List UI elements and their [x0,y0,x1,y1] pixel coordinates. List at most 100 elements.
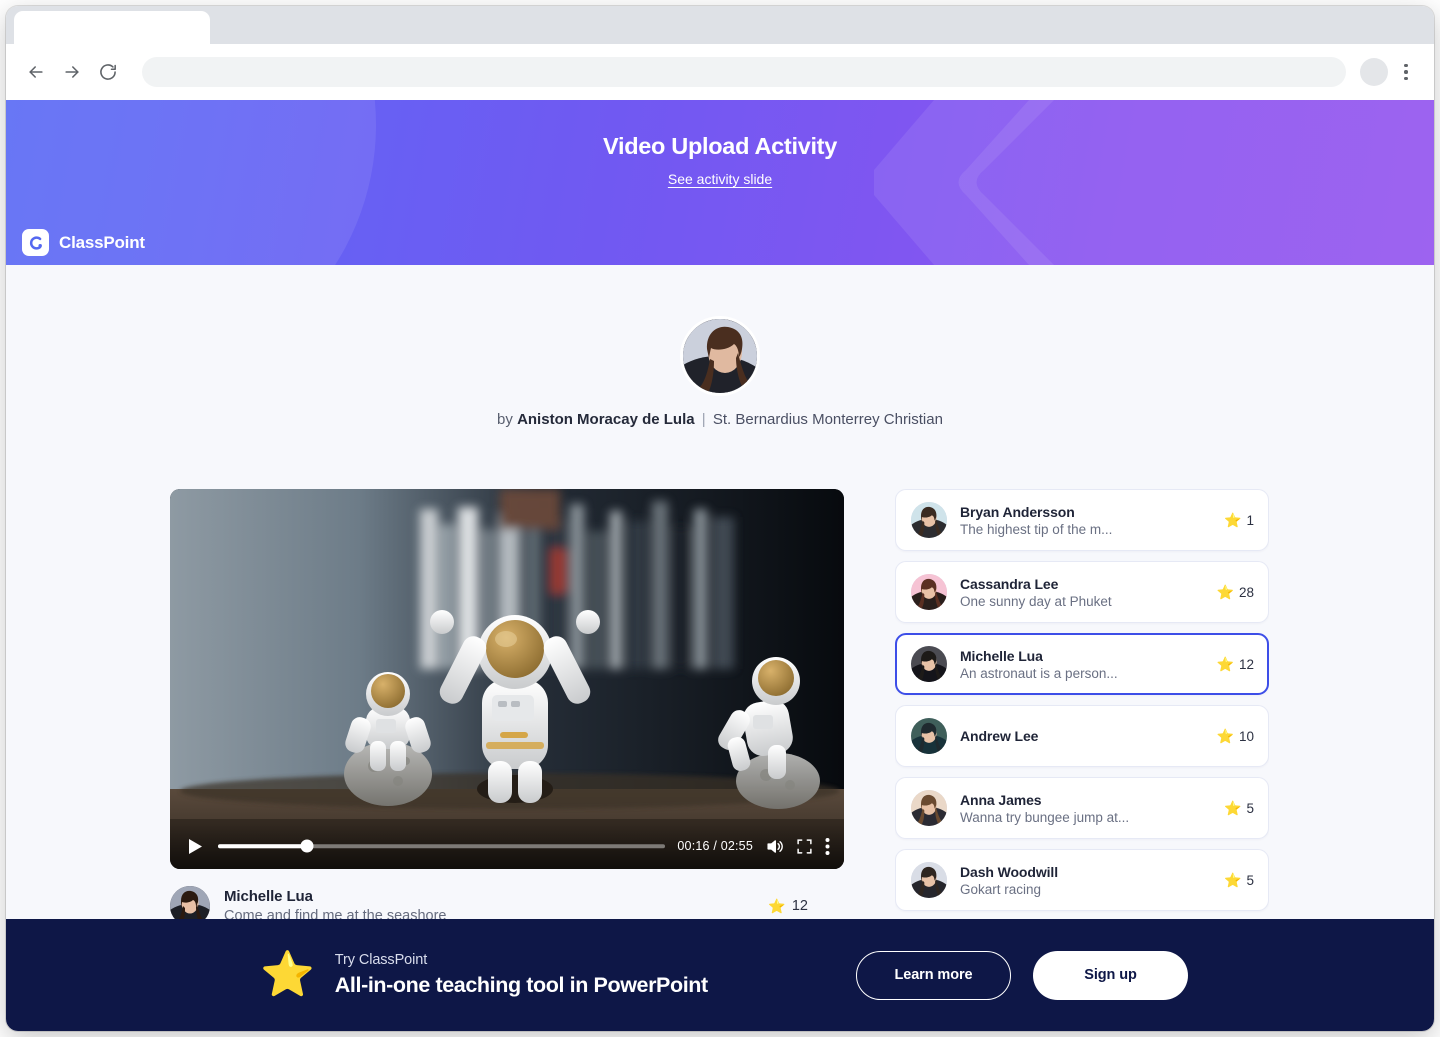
list-item-star-count: ⭐ 1 [1224,513,1254,528]
caption-star-value: 12 [791,898,808,914]
list-item-star-value: 10 [1238,728,1254,744]
list-item-name: Michelle Lua [960,647,1043,664]
star-icon: ⭐ [260,950,315,999]
star-icon: ⭐ [1224,800,1242,816]
list-item-star-value: 1 [1246,512,1254,528]
list-item-star-value: 12 [1238,656,1254,672]
video-poster-image [170,489,844,869]
list-item-name: Andrew Lee [960,728,1039,744]
fullscreen-icon[interactable] [796,838,813,855]
video-more-icon[interactable] [825,837,830,856]
reload-icon[interactable] [92,56,124,88]
page-content: ClassPoint Video Upload Activity See act… [6,100,1434,1031]
progress-filled [218,844,308,848]
hero-header: ClassPoint Video Upload Activity See act… [6,100,1434,265]
avatar [911,790,947,826]
list-item-star-value: 5 [1246,872,1254,888]
byline: by Aniston Moracay de Lula | St. Bernard… [6,411,1434,428]
byline-author: Aniston Moracay de Lula [517,411,695,428]
avatar [911,718,947,754]
list-item-star-count: ⭐5 [1224,801,1254,816]
list-item-text: Bryan Andersson The highest tip of the m.… [960,504,1211,537]
avatar [911,862,947,898]
progress-knob[interactable] [300,839,314,853]
sign-up-button[interactable]: Sign up [1033,950,1188,1000]
list-item-name: Anna James [960,791,1042,808]
list-item-text: Cassandra Lee One sunny day at Phuket [960,576,1204,609]
avatar-image [911,502,947,538]
list-item-star-count: ⭐5 [1224,873,1254,888]
promo-eyebrow: Try ClassPoint [334,952,428,968]
list-item-description: Wanna try bungee jump at... [960,809,1130,825]
list-item[interactable]: Cassandra Lee One sunny day at Phuket ⭐ 28 [895,561,1269,623]
profile-avatar-icon[interactable] [1360,58,1388,86]
star-icon: ⭐ [1216,656,1234,672]
avatar-image [911,790,947,826]
see-activity-slide-link[interactable]: See activity slide [668,171,772,187]
video-player[interactable]: 00:16 / 02:55 [170,489,844,869]
list-item-star-count: ⭐ 28 [1217,585,1254,600]
forward-icon[interactable] [56,56,88,88]
presenter-avatar [680,316,760,396]
back-icon[interactable] [20,56,52,88]
list-item-description: The highest tip of the m... [960,521,1113,537]
list-item-text: Dash Woodwill Gokart racing [960,864,1211,897]
avatar [911,574,947,610]
list-item-star-value: 28 [1238,584,1254,600]
list-item-text: Andrew Lee [960,728,1204,744]
video-progress-slider[interactable] [218,839,666,853]
list-item[interactable]: Dash Woodwill Gokart racing ⭐ 5 [895,849,1269,911]
avatar-image [911,862,947,898]
list-item[interactable]: Bryan Andersson The highest tip of the m.… [895,489,1269,551]
browser-window: ClassPoint Video Upload Activity See act… [6,6,1434,1031]
browser-toolbar [6,44,1434,100]
list-item[interactable]: Anna James Wanna try bungee jump at... ⭐ 5 [895,777,1269,839]
promo-banner: ⭐ Try ClassPoint All-in-one teaching too… [6,919,1434,1031]
list-item-description: An astronaut is a person... [960,665,1118,681]
byline-prefix: by [497,411,513,428]
avatar-image [911,646,947,682]
list-item-star-count: ⭐ 10 [1217,729,1254,744]
activity-title: Video Upload Activity [603,133,837,159]
list-item-star-count: ⭐ 12 [1217,657,1254,672]
volume-on-icon[interactable] [765,837,784,856]
list-item[interactable]: Andrew Lee ⭐ 10 [895,705,1269,767]
avatar [911,502,947,538]
star-icon: ⭐ [768,898,786,914]
star-icon: ⭐ [1216,584,1234,600]
avatar-image [911,718,947,754]
presenter-avatar-image [683,319,757,393]
list-item[interactable]: Michelle Lua An astronaut is a person... ⭐… [895,633,1269,695]
avatar [911,646,947,682]
list-item-star-value: 5 [1246,800,1254,816]
star-icon: ⭐ [1216,728,1234,744]
list-item-description: Gokart racing [960,881,1042,897]
list-item-name: Bryan Andersson [960,503,1075,520]
star-icon: ⭐ [1224,512,1242,528]
brand-name: ClassPoint [59,232,145,252]
list-item-text: Anna James Wanna try bungee jump at... [960,792,1211,825]
caption-star-count: ⭐ 12 [768,898,844,914]
caption-author-name: Michelle Lua [224,888,313,905]
list-item-name: Dash Woodwill [960,863,1058,880]
browser-tab-strip [6,6,1434,44]
byline-school: St. Bernardius Monterrey Christian [712,411,943,428]
promo-text-block: Try ClassPoint All-in-one teaching tool … [335,952,708,998]
list-item-name: Cassandra Lee [960,575,1059,592]
classpoint-c-glyph [29,235,42,250]
video-controls: 00:16 / 02:55 [170,823,844,869]
learn-more-button[interactable]: Learn more [856,950,1011,1000]
brand-logo-group[interactable]: ClassPoint [22,229,145,256]
video-time-label: 00:16 / 02:55 [677,839,753,853]
classpoint-logo-icon [22,229,49,256]
address-bar-input[interactable] [142,57,1346,87]
browser-menu-icon[interactable] [1392,56,1420,88]
hero-center-block: Video Upload Activity See activity slide [6,133,1434,189]
star-icon: ⭐ [1224,872,1242,888]
promo-headline: All-in-one teaching tool in PowerPoint [334,973,708,997]
browser-tab[interactable] [14,11,210,44]
avatar-image [911,574,947,610]
byline-separator: | [701,411,706,428]
play-icon[interactable] [184,835,206,857]
promo-buttons: Learn more Sign up [856,950,1384,1000]
